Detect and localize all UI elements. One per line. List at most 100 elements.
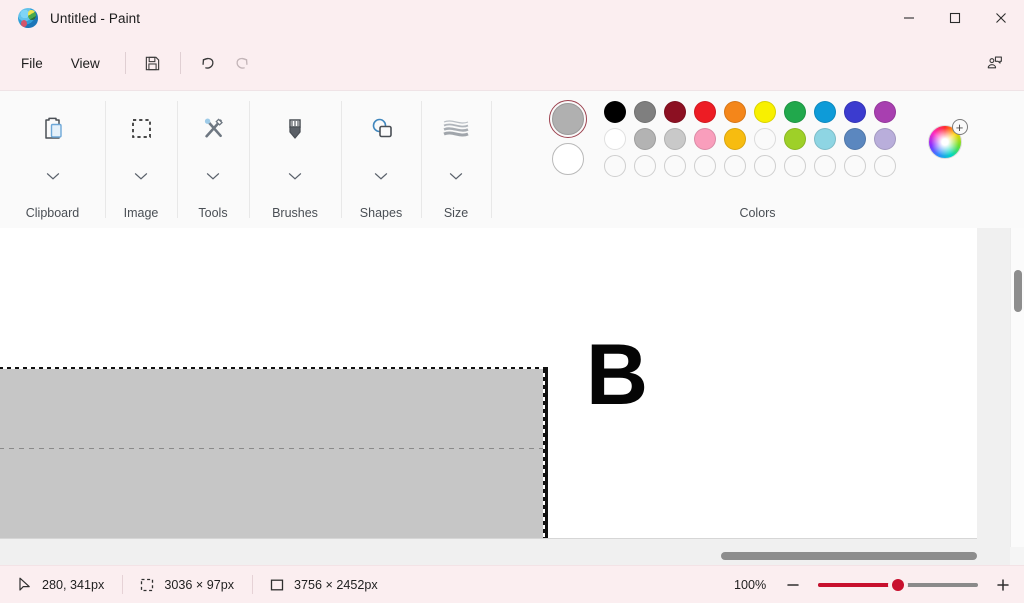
color-swatch-r1-c1[interactable] <box>603 101 626 123</box>
custom-color-slot-10[interactable] <box>873 155 896 177</box>
color-swatch-r2-c10[interactable] <box>873 128 896 150</box>
vertical-scrollbar[interactable] <box>1010 228 1024 547</box>
shapes-icon <box>361 107 401 151</box>
zoom-out-button[interactable] <box>782 574 804 596</box>
horizontal-scrollbar[interactable] <box>0 547 1010 565</box>
ribbon-group-colors: + Colors <box>491 91 1024 228</box>
custom-color-slot-2[interactable] <box>633 155 656 177</box>
size-lines-icon <box>434 107 478 151</box>
chevron-down-icon[interactable] <box>134 168 148 186</box>
ribbon-group-tools[interactable]: Tools <box>177 91 249 228</box>
maximize-button[interactable] <box>932 0 978 36</box>
menu-bar: File View <box>0 36 1024 90</box>
color-swatch-r2-c9[interactable] <box>843 128 866 150</box>
custom-color-slot-6[interactable] <box>753 155 776 177</box>
secondary-color-swatch[interactable] <box>551 143 584 175</box>
ribbon-group-shapes[interactable]: Shapes <box>341 91 421 228</box>
ribbon-label-brushes: Brushes <box>272 206 318 220</box>
ribbon-label-clipboard: Clipboard <box>25 206 80 220</box>
chevron-down-icon[interactable] <box>288 168 302 186</box>
color-swatch-r2-c2[interactable] <box>633 128 656 150</box>
color-swatch-r1-c9[interactable] <box>843 101 866 123</box>
menu-divider-1 <box>124 52 126 74</box>
minimize-button[interactable] <box>886 0 932 36</box>
select-rectangle-icon <box>121 107 161 151</box>
ribbon-label-colors: Colors <box>739 206 776 220</box>
menu-divider-2 <box>179 52 181 74</box>
selection-edge-right <box>545 367 548 539</box>
color-swatch-r2-c5[interactable] <box>723 128 746 150</box>
ribbon-label-image: Image <box>123 206 159 220</box>
title-bar: Untitled - Paint <box>0 0 1024 36</box>
custom-color-slot-5[interactable] <box>723 155 746 177</box>
selection-size-icon <box>140 578 154 592</box>
horizontal-scrollbar-thumb[interactable] <box>721 552 977 560</box>
image-size-text: 3756 × 2452px <box>294 577 378 592</box>
copilot-icon[interactable] <box>978 48 1012 78</box>
custom-color-slot-7[interactable] <box>783 155 806 177</box>
chevron-down-icon[interactable] <box>374 168 388 186</box>
canvas-area[interactable]: B <box>0 228 1024 565</box>
selection-ants-top <box>0 367 548 369</box>
ribbon-group-image[interactable]: Image <box>105 91 177 228</box>
custom-color-slot-9[interactable] <box>843 155 866 177</box>
colors-row: + <box>548 100 968 177</box>
zoom-level-text: 100% <box>734 577 767 592</box>
zoom-slider[interactable] <box>818 574 978 595</box>
chevron-down-icon[interactable] <box>206 168 220 186</box>
palette-row-2 <box>603 128 896 150</box>
color-wheel-add-icon[interactable]: + <box>927 119 968 159</box>
status-cursor-position: 280, 341px <box>0 566 122 603</box>
ribbon-group-brushes[interactable]: Brushes <box>249 91 341 228</box>
color-swatch-r1-c4[interactable] <box>693 101 716 123</box>
zoom-in-button[interactable] <box>992 574 1014 596</box>
vertical-scrollbar-thumb[interactable] <box>1014 270 1022 312</box>
save-icon[interactable] <box>136 48 170 78</box>
redo-icon[interactable] <box>225 48 259 78</box>
color-swatch-r2-c1[interactable] <box>603 128 626 150</box>
canvas-letter-b: B <box>586 327 649 423</box>
color-swatch-r1-c8[interactable] <box>813 101 836 123</box>
color-swatch-r1-c2[interactable] <box>633 101 656 123</box>
palette-row-3-custom <box>603 155 896 177</box>
color-swatch-r2-c4[interactable] <box>693 128 716 150</box>
palette-row-1 <box>603 101 896 123</box>
custom-color-slot-3[interactable] <box>663 155 686 177</box>
undo-icon[interactable] <box>191 48 225 78</box>
color-swatch-r2-c8[interactable] <box>813 128 836 150</box>
color-swatch-r1-c6[interactable] <box>753 101 776 123</box>
color-swatch-r1-c3[interactable] <box>663 101 686 123</box>
custom-color-slot-8[interactable] <box>813 155 836 177</box>
canvas-page[interactable]: B <box>0 228 977 539</box>
menu-file[interactable]: File <box>8 50 56 77</box>
pencil-brush-icon <box>193 107 233 151</box>
ribbon-label-shapes: Shapes <box>359 206 403 220</box>
clipboard-icon <box>33 107 73 151</box>
color-swatch-r1-c10[interactable] <box>873 101 896 123</box>
chevron-down-icon[interactable] <box>449 168 463 186</box>
image-size-icon <box>270 578 284 592</box>
custom-color-slot-1[interactable] <box>603 155 626 177</box>
menu-view[interactable]: View <box>58 50 113 77</box>
color-swatch-r1-c7[interactable] <box>783 101 806 123</box>
ribbon-label-size: Size <box>443 206 469 220</box>
zoom-slider-fill <box>818 582 898 587</box>
paint-palette-icon <box>18 8 38 28</box>
color-swatch-r1-c5[interactable] <box>723 101 746 123</box>
brush-icon <box>275 107 315 151</box>
ribbon-group-clipboard[interactable]: Clipboard <box>0 91 105 228</box>
color-swatch-r2-c6[interactable] <box>753 128 776 150</box>
color-swatch-r2-c7[interactable] <box>783 128 806 150</box>
close-button[interactable] <box>978 0 1024 36</box>
chevron-down-icon[interactable] <box>46 168 60 186</box>
active-colors <box>548 100 587 175</box>
color-palette-grid <box>603 101 896 177</box>
scrollbar-corner <box>1010 547 1024 565</box>
ribbon-group-size[interactable]: Size <box>421 91 491 228</box>
status-image-size: 3756 × 2452px <box>252 566 396 603</box>
color-swatch-r2-c3[interactable] <box>663 128 686 150</box>
zoom-slider-thumb[interactable] <box>888 574 908 595</box>
selection-region[interactable] <box>0 367 548 539</box>
primary-color-swatch[interactable] <box>548 100 587 138</box>
custom-color-slot-4[interactable] <box>693 155 716 177</box>
